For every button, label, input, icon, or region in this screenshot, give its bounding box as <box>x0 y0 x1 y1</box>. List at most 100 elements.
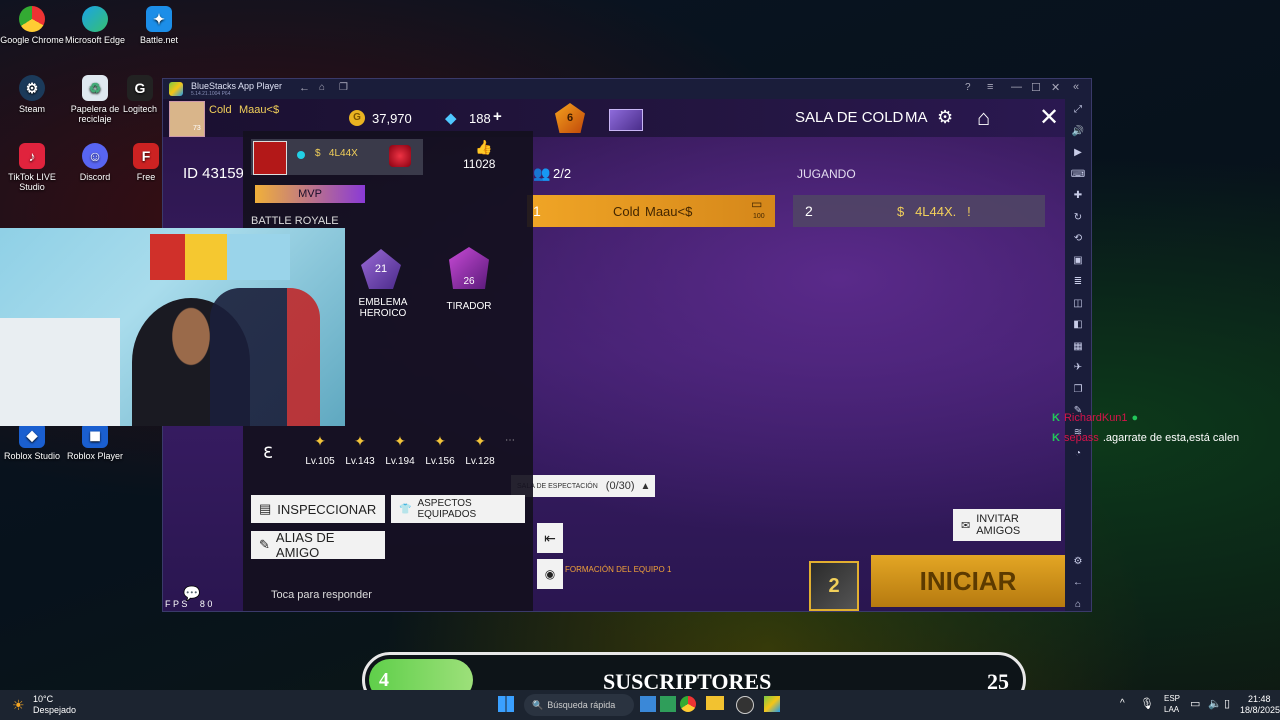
more-options-icon[interactable]: ⋯ <box>505 435 515 446</box>
windows-start-icon[interactable] <box>498 696 514 712</box>
logitech-icon: G <box>127 75 153 101</box>
team-slot-2[interactable]: 2 $ 4L44X. ! <box>793 195 1045 227</box>
location-icon[interactable]: ✈ <box>1065 357 1091 379</box>
chrome-icon <box>19 6 45 32</box>
invite-friends-button[interactable]: ✉ INVITAR AMIGOS <box>953 509 1061 541</box>
taskbar-search[interactable]: 🔍 Búsqueda rápida <box>524 694 634 716</box>
menu-icon[interactable]: ≡ <box>987 81 993 93</box>
multi-instance-icon[interactable]: ❐ <box>339 82 348 93</box>
desktop-icon-discord[interactable]: ☺ Discord <box>63 143 127 182</box>
spacer-icon <box>1065 486 1091 508</box>
taskbar-obs-icon[interactable] <box>736 696 754 714</box>
record-icon[interactable]: ◧ <box>1065 314 1091 336</box>
chat-hint[interactable]: Toca para responder <box>271 589 372 601</box>
invite-label: INVITAR AMIGOS <box>976 513 1021 537</box>
elite-pass-icon[interactable] <box>609 109 643 131</box>
maximize-icon[interactable]: ☐ <box>1031 81 1041 94</box>
taskbar-explorer-icon[interactable] <box>706 696 724 710</box>
desktop-icon-free[interactable]: F Free <box>130 143 162 182</box>
help-icon[interactable]: ? <box>965 82 971 93</box>
bluestacks-logo-icon <box>169 82 183 96</box>
weapon-level: Lv.194 <box>385 456 415 467</box>
macro-icon[interactable]: ⟲ <box>1065 228 1091 250</box>
back-icon[interactable]: ← <box>299 82 310 94</box>
tirador-emblem-icon: 26 <box>449 247 489 289</box>
like-icon[interactable]: 👍 <box>475 139 492 156</box>
desktop-icon-logitech[interactable]: G Logitech <box>118 75 162 114</box>
weapon-level-item: ✦ Lv.194 <box>383 433 417 469</box>
folder-icon[interactable]: ▦ <box>1065 336 1091 358</box>
gamepad-icon[interactable]: ✚ <box>1065 185 1091 207</box>
weapon-level: Lv.105 <box>305 456 335 467</box>
desktop-icon-battlenet[interactable]: ✦ Battle.net <box>127 6 191 45</box>
lobby-home-icon[interactable]: ⌂ <box>977 105 990 131</box>
friend-avatar[interactable] <box>253 141 287 175</box>
desktop-icon-edge[interactable]: Microsoft Edge <box>63 6 127 45</box>
emblem1-level: 21 <box>374 263 388 275</box>
language-primary[interactable]: ESP <box>1164 694 1180 703</box>
add-diamond-button[interactable]: + <box>493 108 502 125</box>
close-icon[interactable]: ✕ <box>1051 81 1060 94</box>
sidebar-back-icon[interactable]: ← <box>1065 572 1091 594</box>
volume-icon[interactable]: 🔊 <box>1065 121 1091 143</box>
inspect-button[interactable]: ▤ INSPECCIONAR <box>251 495 385 523</box>
close-room-icon[interactable]: ✕ <box>1039 103 1059 132</box>
region-label[interactable]: MA <box>905 109 928 126</box>
taskbar-chrome-icon[interactable] <box>680 696 696 712</box>
mvp-badge: MVP <box>255 185 365 203</box>
microphone-icon[interactable]: 🎙 <box>1140 697 1154 710</box>
fps-counter: F P S 8 0 <box>165 599 213 609</box>
desktop-icon-roblox-player[interactable]: ◼ Roblox Player <box>63 422 127 461</box>
friend-alias-button[interactable]: ✎ ALIAS DE AMIGO <box>251 530 385 560</box>
apk-icon[interactable]: ▣ <box>1065 250 1091 272</box>
minimize-icon[interactable]: — <box>1011 81 1022 93</box>
player-name: Maau<$ <box>239 104 280 116</box>
weapon-icon: ✦ <box>394 433 406 449</box>
free-fire-icon: F <box>133 143 159 169</box>
home-icon[interactable]: ⌂ <box>319 82 325 93</box>
screenshot-icon[interactable]: ◫ <box>1065 293 1091 315</box>
multi-instance-side-icon[interactable]: ❐ <box>1065 379 1091 401</box>
keyboard-icon[interactable]: ⌨ <box>1065 164 1091 186</box>
weather-temp: 10°C <box>33 694 54 704</box>
taskbar-app-icon[interactable] <box>660 696 676 712</box>
slot1-badge: 100 <box>753 213 765 220</box>
exit-team-button[interactable]: ⇤ <box>537 523 563 553</box>
desktop-icon-label: Papelera de reciclaje <box>70 104 120 124</box>
equipped-skins-button[interactable]: 👕 ASPECTOS EQUIPADOS <box>391 495 525 523</box>
sidebar-settings-icon[interactable]: ⚙ <box>1065 551 1091 573</box>
collapse-sidebar-icon[interactable]: « <box>1073 81 1079 93</box>
desktop-icon-steam[interactable]: ⚙ Steam <box>0 75 64 114</box>
desktop-icon-label: Microsoft Edge <box>64 35 126 45</box>
weather-icon[interactable]: ☀ <box>12 697 25 714</box>
slot2-number: 2 <box>805 203 813 219</box>
start-button[interactable]: INICIAR <box>871 555 1065 607</box>
weapon-icon: ✦ <box>314 433 326 449</box>
desktop-icon-tiktok-live[interactable]: ♪ TikTok LIVE Studio <box>0 143 64 192</box>
emblem-heroico-icon: 21 <box>361 249 401 289</box>
clock-date[interactable]: 18/8/2025 <box>1240 705 1280 715</box>
tray-chevron-icon[interactable]: ^ <box>1120 698 1125 709</box>
weapon-level: Lv.143 <box>345 456 375 467</box>
webcam-overlay <box>0 228 345 426</box>
slot1-number: 1 <box>533 203 541 219</box>
fullscreen-icon[interactable]: ⤢ <box>1065 99 1091 121</box>
battery-icon[interactable]: ▯ <box>1224 697 1230 710</box>
weapon-level-item: ✦ Lv.143 <box>343 433 377 469</box>
desktop-icon-chrome[interactable]: Google Chrome <box>0 6 64 45</box>
team-slot-1[interactable]: 1 Cold Maau<$ ▭ 100 <box>527 195 775 227</box>
media-icon[interactable]: ▶ <box>1065 142 1091 164</box>
sidebar-home-icon[interactable]: ⌂ <box>1065 594 1091 616</box>
desktop-icon-roblox-studio[interactable]: ◆ Roblox Studio <box>0 422 64 461</box>
mode-dice-icon[interactable]: 2 <box>809 561 859 611</box>
taskbar-bluestacks-icon[interactable] <box>764 696 780 712</box>
clock-time[interactable]: 21:48 <box>1248 694 1271 704</box>
rank-badge-value: 6 <box>566 112 574 124</box>
taskbar-app-icon[interactable] <box>640 696 656 712</box>
performance-icon[interactable]: ≣ <box>1065 271 1091 293</box>
network-icon[interactable]: ▭ <box>1190 697 1200 710</box>
rotate-icon[interactable]: ↻ <box>1065 207 1091 229</box>
settings-gear-icon[interactable]: ⚙ <box>937 107 953 128</box>
volume-tray-icon[interactable]: 🔈 <box>1208 697 1222 710</box>
eye-icon[interactable]: ◉ <box>537 559 563 589</box>
